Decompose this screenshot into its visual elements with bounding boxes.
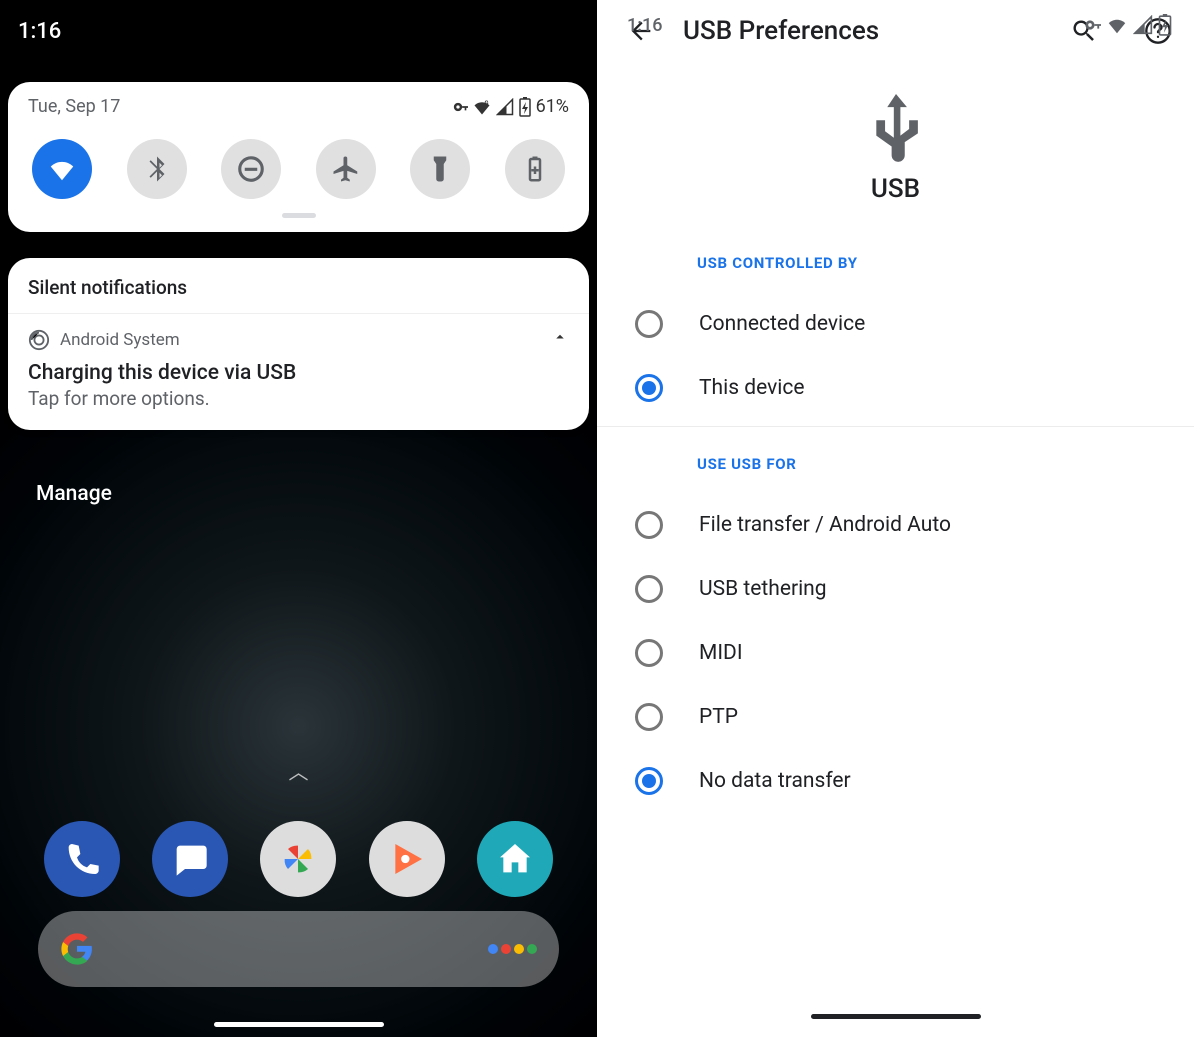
qs-tile-flashlight[interactable] [410, 139, 470, 199]
photos-icon [278, 839, 318, 879]
bluetooth-icon [142, 154, 172, 184]
dock-messages-app[interactable] [152, 821, 228, 897]
radio-row-use-0[interactable]: File transfer / Android Auto [597, 493, 1194, 557]
cellular-icon [496, 98, 514, 116]
dock-play-music-app[interactable] [369, 821, 445, 897]
dock-photos-app[interactable] [260, 821, 336, 897]
quick-settings-panel: Tue, Sep 17 G 61% [8, 82, 589, 232]
radio-button[interactable] [635, 575, 663, 603]
radio-row-use-3[interactable]: PTP [597, 685, 1194, 749]
airplane-icon [331, 154, 361, 184]
messages-icon [170, 839, 210, 879]
usb-hero: USB [597, 94, 1194, 204]
cellular-icon [1133, 15, 1153, 35]
wifi-icon [47, 154, 77, 184]
radio-label: No data transfer [699, 769, 851, 793]
qs-tile-row [28, 139, 569, 199]
usb-icon [869, 94, 923, 164]
radio-row-controlled-0[interactable]: Connected device [597, 292, 1194, 356]
status-time: 1:16 [627, 15, 662, 36]
assistant-icon[interactable] [488, 944, 537, 954]
home-dock [0, 821, 597, 897]
radio-row-use-2[interactable]: MIDI [597, 621, 1194, 685]
radio-button[interactable] [635, 511, 663, 539]
radio-label: File transfer / Android Auto [699, 513, 951, 537]
radio-label: MIDI [699, 641, 743, 665]
radio-label: USB tethering [699, 577, 827, 601]
radio-label: Connected device [699, 312, 865, 336]
qs-tile-dnd[interactable] [221, 139, 281, 199]
notification-app-name: Android System [60, 330, 180, 350]
status-bar: 1:16 [597, 0, 1194, 50]
status-time: 1:16 [18, 19, 61, 44]
radio-row-use-4[interactable]: No data transfer [597, 749, 1194, 813]
qs-tile-wifi[interactable] [32, 139, 92, 199]
notification-title: Charging this device via USB [28, 361, 569, 385]
battery-charging-icon [518, 97, 532, 117]
qs-status-icons: G 61% [448, 96, 569, 117]
vpn-key-icon [448, 97, 468, 117]
radio-button[interactable] [635, 639, 663, 667]
gesture-nav-bar[interactable] [811, 1014, 981, 1019]
manage-button[interactable]: Manage [36, 482, 112, 506]
phone-icon [62, 839, 102, 879]
wifi-icon: G [472, 97, 492, 117]
radio-label: This device [699, 376, 805, 400]
usb-hero-label: USB [871, 174, 920, 204]
radio-button[interactable] [635, 310, 663, 338]
section-controlled-by: USB CONTROLLED BY [597, 254, 1194, 272]
radio-button[interactable] [635, 703, 663, 731]
home-icon [495, 839, 535, 879]
battery-charging-icon [1158, 14, 1172, 36]
wifi-icon [1106, 14, 1128, 36]
radio-label: PTP [699, 705, 738, 729]
qs-date: Tue, Sep 17 [28, 96, 120, 117]
app-drawer-hint-icon: ︿ [289, 756, 309, 785]
play-music-icon [387, 839, 427, 879]
svg-text:G: G [484, 100, 488, 106]
battery-saver-icon [520, 154, 550, 184]
search-bar[interactable] [38, 911, 559, 987]
flashlight-icon [425, 154, 455, 184]
android-system-icon [28, 329, 50, 351]
battery-percent: 61% [536, 96, 569, 117]
status-bar: 1:16 [0, 0, 597, 62]
divider [597, 426, 1194, 427]
radio-row-use-1[interactable]: USB tethering [597, 557, 1194, 621]
qs-expand-handle[interactable] [282, 213, 316, 218]
vpn-key-icon [1079, 14, 1101, 36]
gesture-nav-bar[interactable] [214, 1022, 384, 1027]
radio-button[interactable] [635, 767, 663, 795]
radio-row-controlled-1[interactable]: This device [597, 356, 1194, 420]
dock-home-app[interactable] [477, 821, 553, 897]
silent-notifications-header: Silent notifications [8, 258, 589, 314]
qs-tile-battery-saver[interactable] [505, 139, 565, 199]
qs-tile-bluetooth[interactable] [127, 139, 187, 199]
collapse-chevron-icon[interactable] [551, 328, 569, 351]
google-logo-icon [60, 932, 94, 966]
notification-subtitle: Tap for more options. [28, 387, 569, 410]
section-use-usb-for: USE USB FOR [597, 455, 1194, 473]
usb-preferences-screen: 1:16 USB Preferences USB USB CONTROLLED … [597, 0, 1194, 1037]
dnd-icon [236, 154, 266, 184]
qs-tile-airplane[interactable] [316, 139, 376, 199]
notification-shade-screen: 1:16 Tue, Sep 17 G 61% [0, 0, 597, 1037]
radio-button[interactable] [635, 374, 663, 402]
notification-card[interactable]: Silent notifications Android System Char… [8, 258, 589, 430]
dock-phone-app[interactable] [44, 821, 120, 897]
